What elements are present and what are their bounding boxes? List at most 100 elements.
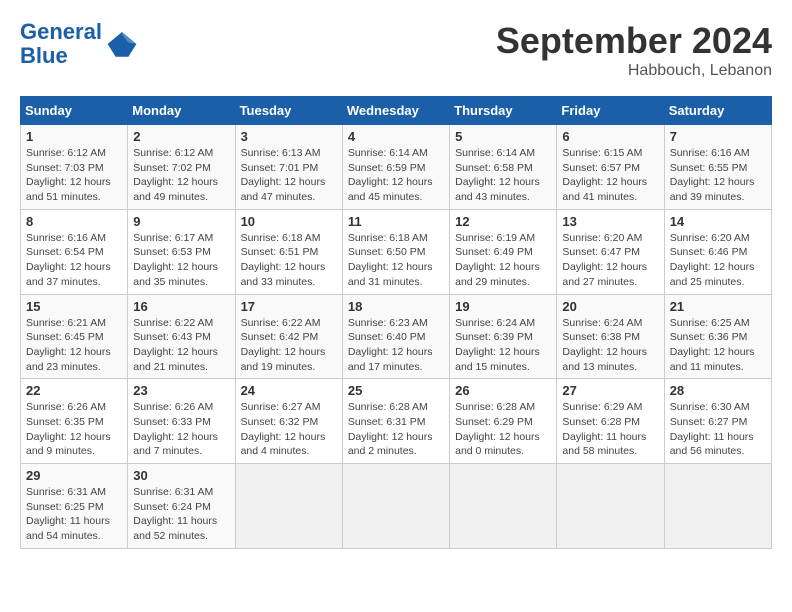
table-row [557,464,664,549]
day-number: 16 [133,299,229,314]
day-number: 1 [26,129,122,144]
calendar-week-row: 29Sunrise: 6:31 AMSunset: 6:25 PMDayligh… [21,464,772,549]
day-info: Sunrise: 6:15 AMSunset: 6:57 PMDaylight:… [562,146,658,205]
day-info: Sunrise: 6:29 AMSunset: 6:28 PMDaylight:… [562,400,658,459]
day-number: 10 [241,214,337,229]
day-number: 9 [133,214,229,229]
page-header: GeneralBlue September 2024 Habbouch, Leb… [20,20,772,80]
day-number: 18 [348,299,444,314]
day-info: Sunrise: 6:22 AMSunset: 6:42 PMDaylight:… [241,316,337,375]
day-number: 17 [241,299,337,314]
day-info: Sunrise: 6:12 AMSunset: 7:03 PMDaylight:… [26,146,122,205]
table-row: 18 Sunrise: 6:23 AMSunset: 6:40 PMDayligh… [342,294,449,379]
day-number: 25 [348,383,444,398]
table-row: 5 Sunrise: 6:14 AMSunset: 6:58 PMDaylight… [450,125,557,210]
day-number: 23 [133,383,229,398]
day-number: 7 [670,129,766,144]
table-row: 28 Sunrise: 6:30 AMSunset: 6:27 PMDayligh… [664,379,771,464]
day-info: Sunrise: 6:26 AMSunset: 6:33 PMDaylight:… [133,400,229,459]
table-row: 30 Sunrise: 6:31 AMSunset: 6:24 PMDayligh… [128,464,235,549]
day-info: Sunrise: 6:23 AMSunset: 6:40 PMDaylight:… [348,316,444,375]
table-row: 22 Sunrise: 6:26 AMSunset: 6:35 PMDayligh… [21,379,128,464]
day-info: Sunrise: 6:24 AMSunset: 6:38 PMDaylight:… [562,316,658,375]
col-tuesday: Tuesday [235,97,342,125]
logo-text: GeneralBlue [20,20,102,68]
day-info: Sunrise: 6:21 AMSunset: 6:45 PMDaylight:… [26,316,122,375]
logo-icon [106,28,138,60]
table-row: 7 Sunrise: 6:16 AMSunset: 6:55 PMDaylight… [664,125,771,210]
table-row: 13 Sunrise: 6:20 AMSunset: 6:47 PMDayligh… [557,209,664,294]
table-row [235,464,342,549]
calendar-week-row: 22 Sunrise: 6:26 AMSunset: 6:35 PMDayligh… [21,379,772,464]
location-title: Habbouch, Lebanon [496,62,772,80]
day-number: 21 [670,299,766,314]
title-block: September 2024 Habbouch, Lebanon [496,20,772,80]
day-number: 15 [26,299,122,314]
day-number: 4 [348,129,444,144]
table-row [450,464,557,549]
table-row: 17 Sunrise: 6:22 AMSunset: 6:42 PMDayligh… [235,294,342,379]
day-info: Sunrise: 6:14 AMSunset: 6:58 PMDaylight:… [455,146,551,205]
day-number: 30 [133,468,229,483]
day-number: 6 [562,129,658,144]
col-wednesday: Wednesday [342,97,449,125]
table-row: 3 Sunrise: 6:13 AMSunset: 7:01 PMDaylight… [235,125,342,210]
day-info: Sunrise: 6:27 AMSunset: 6:32 PMDaylight:… [241,400,337,459]
table-row: 29Sunrise: 6:31 AMSunset: 6:25 PMDayligh… [21,464,128,549]
calendar-header-row: Sunday Monday Tuesday Wednesday Thursday… [21,97,772,125]
day-number: 24 [241,383,337,398]
day-info: Sunrise: 6:31 AMSunset: 6:24 PMDaylight:… [133,485,229,544]
calendar-week-row: 1 Sunrise: 6:12 AMSunset: 7:03 PMDaylight… [21,125,772,210]
col-thursday: Thursday [450,97,557,125]
day-info: Sunrise: 6:28 AMSunset: 6:31 PMDaylight:… [348,400,444,459]
day-number: 13 [562,214,658,229]
day-number: 8 [26,214,122,229]
day-info: Sunrise: 6:16 AMSunset: 6:55 PMDaylight:… [670,146,766,205]
day-info: Sunrise: 6:20 AMSunset: 6:47 PMDaylight:… [562,231,658,290]
day-info: Sunrise: 6:22 AMSunset: 6:43 PMDaylight:… [133,316,229,375]
day-info: Sunrise: 6:26 AMSunset: 6:35 PMDaylight:… [26,400,122,459]
table-row: 14Sunrise: 6:20 AMSunset: 6:46 PMDayligh… [664,209,771,294]
day-number: 11 [348,214,444,229]
day-info: Sunrise: 6:25 AMSunset: 6:36 PMDaylight:… [670,316,766,375]
day-info: Sunrise: 6:19 AMSunset: 6:49 PMDaylight:… [455,231,551,290]
day-number: 26 [455,383,551,398]
table-row: 6 Sunrise: 6:15 AMSunset: 6:57 PMDaylight… [557,125,664,210]
table-row: 4 Sunrise: 6:14 AMSunset: 6:59 PMDaylight… [342,125,449,210]
table-row: 23 Sunrise: 6:26 AMSunset: 6:33 PMDayligh… [128,379,235,464]
table-row: 27 Sunrise: 6:29 AMSunset: 6:28 PMDayligh… [557,379,664,464]
table-row: 24 Sunrise: 6:27 AMSunset: 6:32 PMDayligh… [235,379,342,464]
day-number: 3 [241,129,337,144]
day-number: 12 [455,214,551,229]
table-row: 9 Sunrise: 6:17 AMSunset: 6:53 PMDaylight… [128,209,235,294]
day-number: 28 [670,383,766,398]
table-row: 8Sunrise: 6:16 AMSunset: 6:54 PMDaylight… [21,209,128,294]
table-row [342,464,449,549]
col-monday: Monday [128,97,235,125]
day-info: Sunrise: 6:18 AMSunset: 6:50 PMDaylight:… [348,231,444,290]
calendar-table: Sunday Monday Tuesday Wednesday Thursday… [20,96,772,549]
day-info: Sunrise: 6:13 AMSunset: 7:01 PMDaylight:… [241,146,337,205]
day-info: Sunrise: 6:17 AMSunset: 6:53 PMDaylight:… [133,231,229,290]
day-info: Sunrise: 6:14 AMSunset: 6:59 PMDaylight:… [348,146,444,205]
day-info: Sunrise: 6:12 AMSunset: 7:02 PMDaylight:… [133,146,229,205]
table-row: 21 Sunrise: 6:25 AMSunset: 6:36 PMDayligh… [664,294,771,379]
table-row: 26Sunrise: 6:28 AMSunset: 6:29 PMDayligh… [450,379,557,464]
table-row: 12 Sunrise: 6:19 AMSunset: 6:49 PMDayligh… [450,209,557,294]
table-row: 1 Sunrise: 6:12 AMSunset: 7:03 PMDaylight… [21,125,128,210]
calendar-week-row: 15 Sunrise: 6:21 AMSunset: 6:45 PMDayligh… [21,294,772,379]
day-info: Sunrise: 6:20 AMSunset: 6:46 PMDaylight:… [670,231,766,290]
month-title: September 2024 [496,20,772,62]
table-row [664,464,771,549]
day-number: 19 [455,299,551,314]
table-row: 11 Sunrise: 6:18 AMSunset: 6:50 PMDayligh… [342,209,449,294]
day-number: 27 [562,383,658,398]
table-row: 25 Sunrise: 6:28 AMSunset: 6:31 PMDayligh… [342,379,449,464]
day-number: 22 [26,383,122,398]
day-number: 5 [455,129,551,144]
day-info: Sunrise: 6:30 AMSunset: 6:27 PMDaylight:… [670,400,766,459]
table-row: 19Sunrise: 6:24 AMSunset: 6:39 PMDayligh… [450,294,557,379]
table-row: 20 Sunrise: 6:24 AMSunset: 6:38 PMDayligh… [557,294,664,379]
table-row: 2Sunrise: 6:12 AMSunset: 7:02 PMDaylight… [128,125,235,210]
day-number: 20 [562,299,658,314]
